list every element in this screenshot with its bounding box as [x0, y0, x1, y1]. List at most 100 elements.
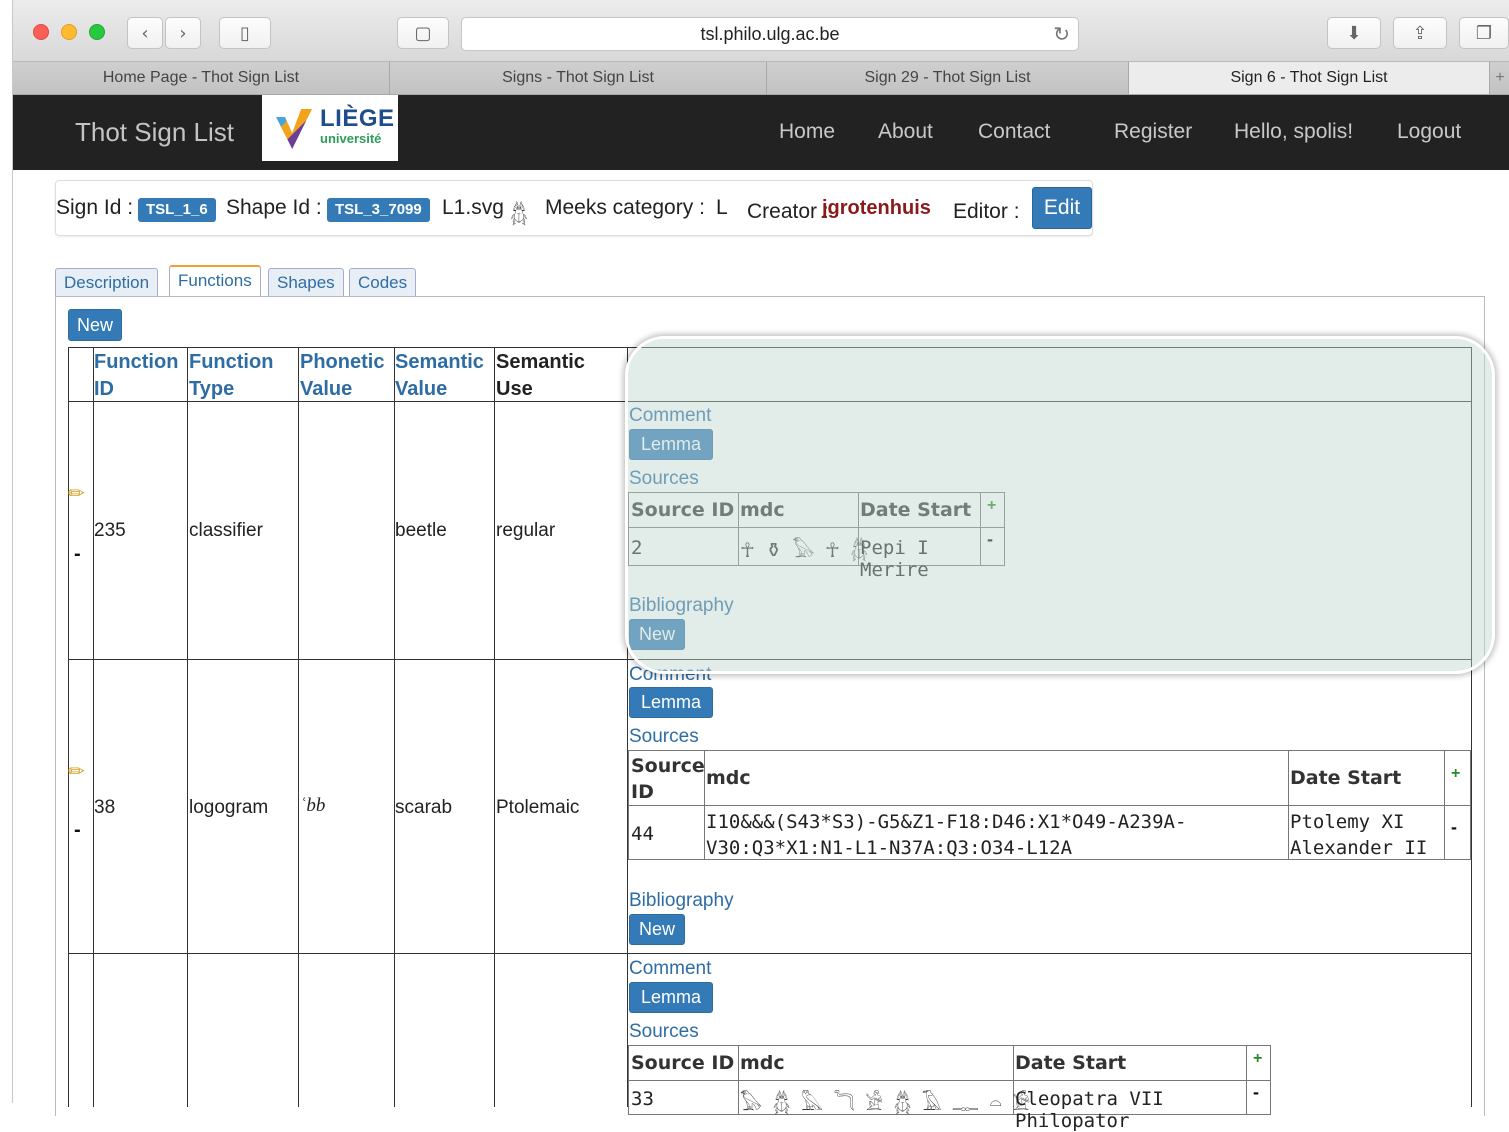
browser-tab[interactable]: Signs - Thot Sign List	[390, 62, 767, 94]
header-line: Phonetic	[300, 351, 385, 373]
header-line: Value	[300, 378, 353, 400]
edit-pencil-icon[interactable]: ✏	[68, 759, 85, 783]
browser-tab-bar: Home Page - Thot Sign List Signs - Thot …	[13, 62, 1509, 95]
column-divider	[93, 347, 94, 1107]
sources-link[interactable]: Sources	[629, 726, 699, 748]
sidebar-icon: ▯	[240, 22, 250, 44]
editor-label: Editor :	[953, 200, 1020, 223]
bibliography-link[interactable]: Bibliography	[629, 890, 734, 912]
nav-about[interactable]: About	[878, 120, 933, 144]
reload-icon[interactable]: ↻	[1053, 18, 1070, 50]
semantic-use-cell: Ptolemaic	[496, 797, 580, 818]
date-start-cell: Ptolemy XI Alexander II	[1290, 809, 1427, 861]
browser-tab-label: Sign 6 - Thot Sign List	[1230, 69, 1388, 86]
sources-link[interactable]: Sources	[629, 1021, 699, 1043]
reader-button[interactable]: ▢	[397, 17, 449, 49]
highlight-callout	[625, 336, 1495, 674]
nav-logout[interactable]: Logout	[1397, 120, 1461, 144]
function-id-cell: 235	[94, 520, 126, 541]
chevron-left-icon: ‹	[141, 22, 149, 44]
page-icon: ▢	[414, 22, 432, 44]
header-phonetic-value[interactable]: Phonetic Value	[300, 349, 384, 403]
edit-pencil-icon[interactable]: ✏	[68, 481, 85, 505]
zoom-window-button[interactable]	[89, 24, 105, 40]
new-tab-button[interactable]: +	[1490, 62, 1509, 94]
sources-table: Source ID mdc Date Start + 44 I10&&&(S43*…	[628, 750, 1471, 860]
semantic-value-cell: beetle	[395, 520, 447, 541]
comment-link[interactable]: Comment	[629, 958, 711, 980]
back-button[interactable]: ‹	[127, 17, 163, 49]
source-id-cell: 44	[631, 823, 654, 845]
forward-button[interactable]: ›	[165, 17, 201, 49]
nav-user-greeting[interactable]: Hello, spolis!	[1234, 120, 1353, 144]
browser-tab-label: Signs - Thot Sign List	[502, 69, 654, 86]
date-line: Alexander II	[1290, 837, 1428, 859]
browser-tab-active[interactable]: Sign 6 - Thot Sign List	[1129, 62, 1490, 94]
lemma-button[interactable]: Lemma	[629, 982, 713, 1013]
remove-source-icon[interactable]: -	[1253, 1082, 1259, 1103]
source-id-cell: 33	[631, 1088, 654, 1110]
tab-overview-button[interactable]: ❐	[1459, 17, 1509, 49]
add-source-icon[interactable]: +	[1253, 1050, 1262, 1068]
browser-tab-label: Sign 29 - Thot Sign List	[864, 69, 1031, 86]
minimize-window-button[interactable]	[61, 24, 77, 40]
date-start-header: Date Start	[1015, 1052, 1127, 1074]
site-navbar: Thot Sign List LIÈGE université Home Abo…	[13, 95, 1509, 170]
delete-row-icon[interactable]: -	[74, 543, 81, 566]
mdc-header: mdc	[740, 1052, 785, 1074]
table-border	[68, 347, 69, 1107]
close-window-button[interactable]	[33, 24, 49, 40]
beetle-glyph-icon: 𓆣	[510, 202, 528, 226]
cell-divider	[629, 1080, 1270, 1081]
column-divider	[187, 347, 188, 1107]
address-bar[interactable]: tsl.philo.ulg.ac.be ↻	[461, 17, 1079, 51]
tab-shapes[interactable]: Shapes	[268, 268, 344, 297]
nav-links: Home About Contact Register Hello, spoli…	[13, 120, 1509, 146]
tab-functions[interactable]: Functions	[169, 265, 261, 297]
browser-toolbar: ‹ › ▯ ▢ tsl.philo.ulg.ac.be ↻ ⬇ ⇪ ❐	[13, 0, 1509, 62]
edit-button[interactable]: Edit	[1032, 187, 1092, 229]
nav-contact[interactable]: Contact	[978, 120, 1050, 144]
sidebar-toggle-button[interactable]: ▯	[219, 17, 271, 49]
meeks-label: Meeks category :	[545, 196, 705, 219]
function-type-cell: logogram	[189, 797, 269, 818]
browser-tab[interactable]: Sign 29 - Thot Sign List	[767, 62, 1129, 94]
header-function-type[interactable]: Function Type	[189, 349, 273, 403]
browser-window: ‹ › ▯ ▢ tsl.philo.ulg.ac.be ↻ ⬇ ⇪ ❐ Home…	[12, 0, 1509, 1132]
header-line: Function	[94, 351, 179, 373]
download-icon: ⬇	[1346, 22, 1362, 44]
shape-id-label: Shape Id :	[226, 196, 322, 219]
nav-home[interactable]: Home	[779, 120, 835, 144]
row-divider	[68, 953, 1472, 954]
browser-tab[interactable]: Home Page - Thot Sign List	[13, 62, 390, 94]
function-type-cell: classifier	[189, 520, 263, 541]
downloads-button[interactable]: ⬇	[1327, 17, 1381, 49]
header-line: ID	[631, 781, 654, 803]
sign-info-bar: Sign Id : TSL_1_6 Shape Id : TSL_3_7099 …	[55, 180, 1093, 236]
remove-source-icon[interactable]: -	[1451, 817, 1457, 838]
semantic-use-cell: regular	[496, 520, 556, 541]
tab-codes[interactable]: Codes	[349, 268, 417, 297]
header-line: Function	[189, 351, 274, 373]
header-function-id[interactable]: Function ID	[94, 349, 178, 403]
bibliography-new-button[interactable]: New	[629, 914, 685, 945]
sign-id-badge: TSL_1_6	[138, 198, 216, 222]
semantic-value-cell: scarab	[395, 797, 453, 818]
add-source-icon[interactable]: +	[1451, 765, 1460, 783]
column-divider	[298, 347, 299, 1107]
chevron-right-icon: ›	[179, 22, 187, 44]
meeks-value: L	[716, 196, 728, 219]
header-semantic-value[interactable]: Semantic Value	[395, 349, 484, 403]
lemma-button[interactable]: Lemma	[629, 687, 713, 718]
share-button[interactable]: ⇪	[1393, 17, 1447, 49]
svg-filename: L1.svg	[442, 196, 504, 219]
source-id-header: Source ID	[631, 1052, 735, 1074]
delete-row-icon[interactable]: -	[74, 819, 81, 842]
creator-name: jgrotenhuis	[822, 197, 931, 219]
tab-description[interactable]: Description	[55, 268, 159, 297]
header-line: Use	[496, 378, 533, 400]
mdc-line: V30:Q3*X1:N1-L1-N37A:Q3:O34-L12A	[706, 837, 1073, 859]
share-icon: ⇪	[1412, 22, 1428, 44]
nav-register[interactable]: Register	[1114, 120, 1192, 144]
new-function-button[interactable]: New	[68, 309, 122, 341]
